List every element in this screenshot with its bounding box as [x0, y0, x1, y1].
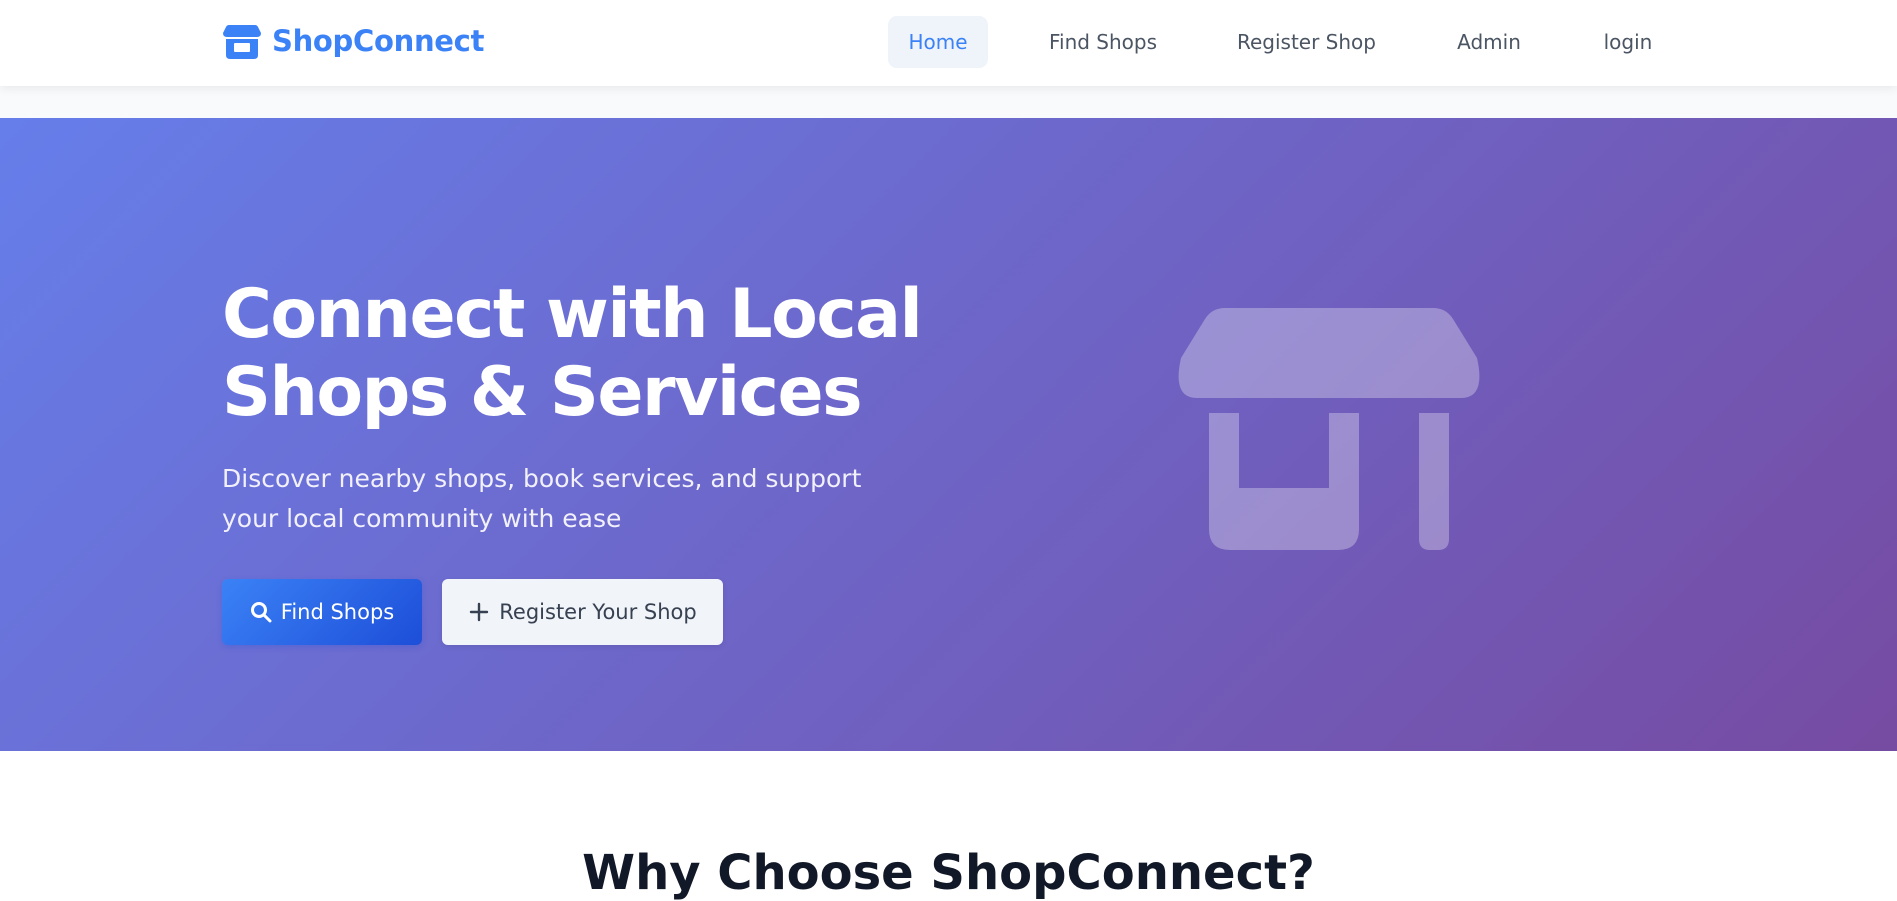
nav-home[interactable]: Home: [888, 16, 988, 68]
find-shops-button-label: Find Shops: [280, 600, 395, 624]
nav-login[interactable]: login: [1583, 16, 1673, 68]
nav-links: Home Find Shops Register Shop Admin logi…: [0, 16, 1897, 68]
store-icon: [1178, 308, 1480, 550]
plus-icon: [470, 602, 489, 622]
nav-find-shops[interactable]: Find Shops: [1036, 16, 1170, 68]
search-icon: [250, 602, 272, 623]
find-shops-button[interactable]: Find Shops: [222, 579, 422, 645]
section-heading: Why Choose ShopConnect?: [582, 845, 1315, 901]
nav-admin[interactable]: Admin: [1443, 16, 1535, 68]
hero-section: Connect with Local Shops & Services Disc…: [0, 118, 1897, 751]
navbar-spacer: [0, 86, 1897, 118]
register-shop-button[interactable]: Register Your Shop: [442, 579, 723, 645]
nav-register-shop[interactable]: Register Shop: [1218, 16, 1395, 68]
hero-title: Connect with Local Shops & Services: [222, 275, 923, 432]
hero-subtitle: Discover nearby shops, book services, an…: [222, 464, 862, 533]
navbar: ShopConnect Home Find Shops Register Sho…: [0, 0, 1897, 86]
register-shop-button-label: Register Your Shop: [499, 600, 697, 624]
